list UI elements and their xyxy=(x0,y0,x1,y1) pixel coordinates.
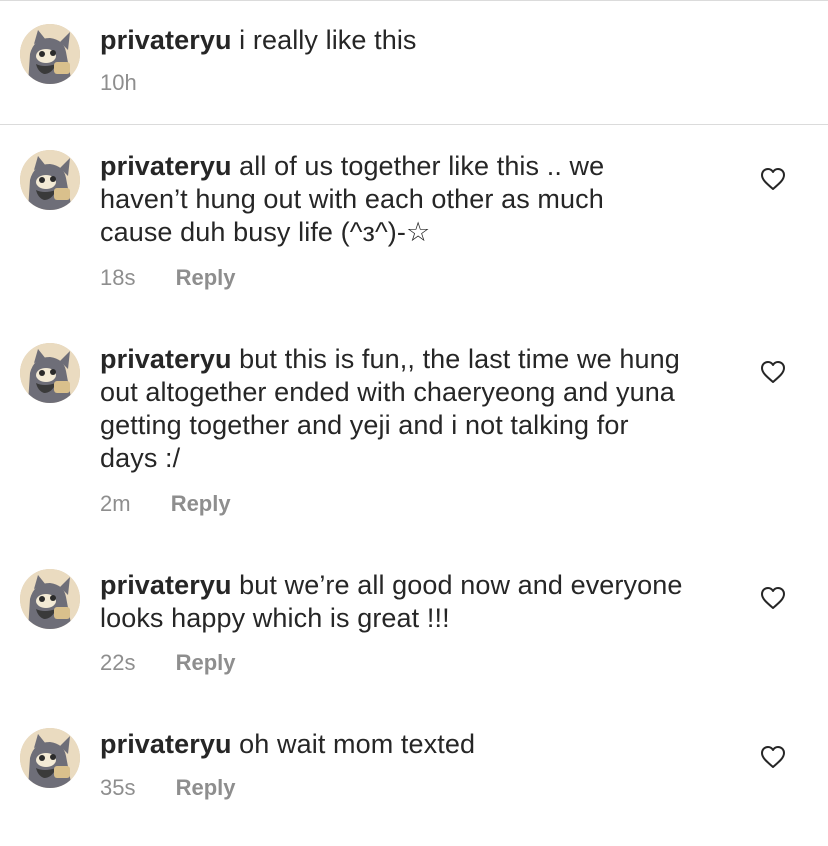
heart-outline-icon xyxy=(761,587,785,609)
avatar[interactable] xyxy=(20,728,80,788)
comment-meta: 18s Reply xyxy=(100,264,236,292)
comment-body: privateryu but this is fun,, the last ti… xyxy=(100,343,680,475)
caption-divider xyxy=(0,124,828,125)
cartoon-cat-avatar-icon xyxy=(20,343,80,403)
username[interactable]: privateryu xyxy=(100,570,232,600)
like-button[interactable] xyxy=(760,360,786,384)
username[interactable]: privateryu xyxy=(100,151,232,181)
heart-outline-icon xyxy=(761,361,785,383)
cartoon-cat-avatar-icon xyxy=(20,150,80,210)
username[interactable]: privateryu xyxy=(100,729,232,759)
comment-body: privateryu oh wait mom texted xyxy=(100,728,730,761)
comment-meta: 22s Reply xyxy=(100,649,236,677)
timestamp: 10h xyxy=(100,70,137,95)
reply-button[interactable]: Reply xyxy=(176,649,236,677)
cartoon-cat-avatar-icon xyxy=(20,569,80,629)
timestamp: 22s xyxy=(100,650,136,675)
avatar[interactable] xyxy=(20,569,80,629)
timestamp: 18s xyxy=(100,265,136,290)
timestamp: 35s xyxy=(100,775,136,800)
reply-button[interactable]: Reply xyxy=(176,774,236,802)
cartoon-cat-avatar-icon xyxy=(20,728,80,788)
reply-button[interactable]: Reply xyxy=(171,490,231,518)
comment-body: privateryu but we’re all good now and ev… xyxy=(100,569,740,635)
username[interactable]: privateryu xyxy=(100,344,232,374)
comment-text: oh wait mom texted xyxy=(239,729,476,759)
top-divider xyxy=(0,0,828,1)
like-button[interactable] xyxy=(760,586,786,610)
avatar[interactable] xyxy=(20,150,80,210)
like-button[interactable] xyxy=(760,745,786,769)
cartoon-cat-avatar-icon xyxy=(20,24,80,84)
comment-body: privateryu all of us together like this … xyxy=(100,150,660,249)
comment-meta: 35s Reply xyxy=(100,774,236,802)
timestamp: 2m xyxy=(100,491,131,516)
username[interactable]: privateryu xyxy=(100,25,232,55)
reply-button[interactable]: Reply xyxy=(176,264,236,292)
caption-text: privateryu i really like this xyxy=(100,24,730,57)
caption-meta: 10h xyxy=(100,69,137,97)
avatar[interactable] xyxy=(20,343,80,403)
heart-outline-icon xyxy=(761,746,785,768)
comment-text: i really like this xyxy=(239,25,417,55)
like-button[interactable] xyxy=(760,167,786,191)
comment-meta: 2m Reply xyxy=(100,490,231,518)
heart-outline-icon xyxy=(761,168,785,190)
avatar[interactable] xyxy=(20,24,80,84)
